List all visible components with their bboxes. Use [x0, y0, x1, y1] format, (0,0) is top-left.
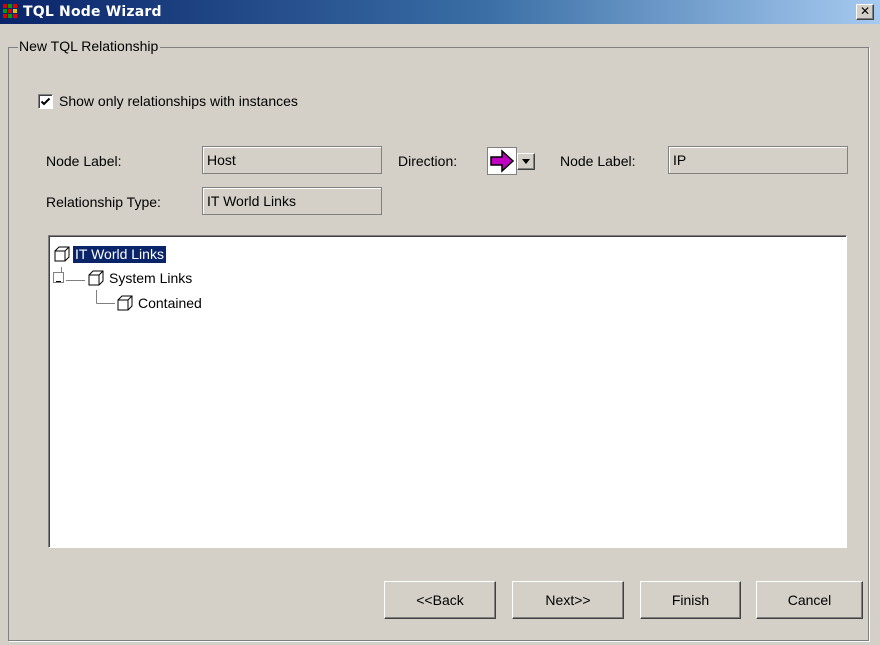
group-title: New TQL Relationship	[18, 38, 161, 54]
cube-icon	[88, 270, 104, 286]
wizard-app-icon	[3, 4, 19, 20]
close-button[interactable]: ✕	[856, 4, 874, 20]
cube-icon	[54, 246, 70, 262]
checkmark-icon	[40, 97, 51, 105]
minus-icon	[56, 281, 61, 282]
tree-node[interactable]: IT World Links	[54, 244, 166, 264]
back-button[interactable]: <<Back	[384, 581, 496, 619]
tree-node[interactable]: Contained	[117, 293, 204, 313]
show-only-instances-checkbox[interactable]	[38, 93, 53, 109]
tree-node-label: System Links	[109, 269, 193, 286]
window-title: TQL Node Wizard	[23, 4, 162, 20]
relationship-type-field[interactable]: IT World Links	[202, 187, 382, 215]
next-button[interactable]: Next>>	[512, 581, 624, 619]
direction-selector[interactable]	[487, 147, 541, 175]
node-label-right-caption: Node Label:	[560, 153, 636, 169]
tree-node-label: IT World Links	[73, 245, 166, 263]
cancel-button[interactable]: Cancel	[756, 581, 863, 619]
collapse-system-links-toggle[interactable]	[53, 272, 64, 283]
cube-icon	[117, 295, 133, 311]
show-only-instances-label: Show only relationships with instances	[59, 93, 298, 109]
node-label-left-field[interactable]: Host	[202, 146, 382, 174]
node-label-left-caption: Node Label:	[46, 153, 122, 169]
tree-node[interactable]: System Links	[88, 268, 194, 288]
direction-arrow-icon[interactable]	[487, 147, 517, 175]
direction-caption: Direction:	[398, 153, 458, 169]
title-bar[interactable]: TQL Node Wizard ✕	[0, 0, 880, 24]
relationship-tree[interactable]: IT World Links System Links Contained	[48, 235, 847, 548]
node-label-right-field[interactable]: IP	[668, 146, 848, 174]
relationship-type-caption: Relationship Type:	[46, 194, 161, 210]
finish-button[interactable]: Finish	[640, 581, 741, 619]
chevron-down-icon	[522, 159, 530, 164]
close-icon: ✕	[859, 4, 871, 18]
show-only-instances-option[interactable]: Show only relationships with instances	[38, 93, 298, 109]
direction-dropdown-button[interactable]	[517, 153, 535, 170]
tree-node-label: Contained	[138, 294, 202, 311]
